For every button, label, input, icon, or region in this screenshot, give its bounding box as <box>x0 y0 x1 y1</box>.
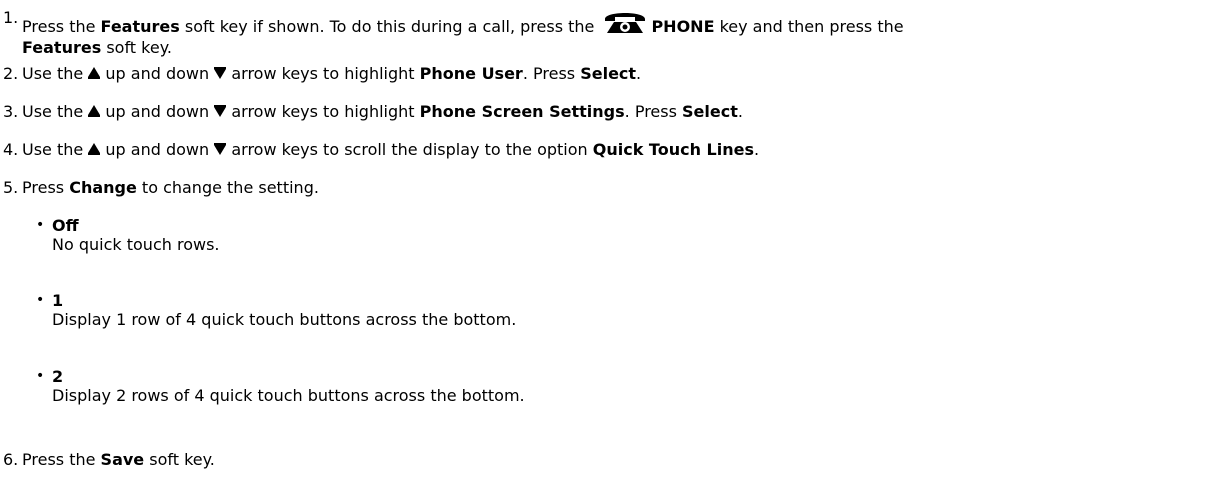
up-arrow-icon <box>88 64 101 83</box>
bold-term: Change <box>69 178 137 197</box>
text-run: Use the <box>22 102 89 121</box>
step-number: 3. <box>3 102 19 121</box>
text-run: Use the <box>22 64 89 83</box>
step-3: 3. Use the up and down arrow keys to high… <box>0 102 1215 121</box>
step-text: Press the Features soft key if shown. To… <box>22 8 1215 57</box>
bullet: • <box>36 292 45 308</box>
step-number: 2. <box>3 64 19 83</box>
text-run: up and down <box>100 102 215 121</box>
option-title: 1 <box>52 291 64 310</box>
option-off: • Off No quick touch rows. <box>36 216 1186 254</box>
text-run: . Press <box>522 64 581 83</box>
up-arrow-icon <box>88 140 101 159</box>
text-run: arrow keys to highlight <box>226 64 420 83</box>
step-number: 6. <box>3 450 19 469</box>
bold-term: PHONE <box>651 17 715 36</box>
bold-term: Features <box>22 38 102 57</box>
bold-term: Features <box>100 17 180 36</box>
text-run: soft key. <box>101 38 172 57</box>
text-run: Use the <box>22 140 89 159</box>
phone-key-icon <box>603 8 647 38</box>
step-text: Press the Save soft key. <box>22 450 1215 469</box>
step-number: 5. <box>3 178 19 197</box>
bullet: • <box>36 217 45 233</box>
text-run: up and down <box>100 64 215 83</box>
text-run: Press the <box>22 17 101 36</box>
text-run: to change the setting. <box>136 178 319 197</box>
text-run: Press the <box>22 450 101 469</box>
text-run: . Press <box>624 102 683 121</box>
option-description: Display 1 row of 4 quick touch buttons a… <box>52 310 517 329</box>
option-title: Off <box>52 216 79 235</box>
down-arrow-icon <box>214 64 227 83</box>
step-2: 2. Use the up and down arrow keys to high… <box>0 64 1215 83</box>
bold-term: Quick Touch Lines <box>592 140 754 159</box>
step-text: Use the up and down arrow keys to scroll… <box>22 140 1215 159</box>
text-run: soft key. <box>144 450 215 469</box>
option-title: 2 <box>52 367 64 386</box>
text-run: arrow keys to scroll the display to the … <box>226 140 593 159</box>
bold-term: Select <box>682 102 738 121</box>
step-text: Use the up and down arrow keys to highli… <box>22 64 1215 83</box>
text-run: . <box>737 102 743 121</box>
bold-term: Phone Screen Settings <box>419 102 625 121</box>
text-run: arrow keys to highlight <box>226 102 420 121</box>
step-text: Press Change to change the setting. <box>22 178 1215 197</box>
text-run: . <box>636 64 642 83</box>
step-number: 1. <box>3 8 19 27</box>
bold-term: Save <box>100 450 145 469</box>
bold-term: Select <box>580 64 637 83</box>
step-number: 4. <box>3 140 19 159</box>
up-arrow-icon <box>88 102 101 121</box>
option-1: • 1 Display 1 row of 4 quick touch butto… <box>36 291 1186 329</box>
option-description: Display 2 rows of 4 quick touch buttons … <box>52 386 525 405</box>
step-4: 4. Use the up and down arrow keys to scro… <box>0 140 1215 159</box>
instructions-document: 1. Press the Features soft key if shown. … <box>0 0 1220 484</box>
step-text: Use the up and down arrow keys to highli… <box>22 102 1215 121</box>
bullet: • <box>36 368 45 384</box>
down-arrow-icon <box>214 140 227 159</box>
text-run: . <box>753 140 760 159</box>
text-run: soft key if shown. To do this during a c… <box>179 17 600 36</box>
option-2: • 2 Display 2 rows of 4 quick touch butt… <box>36 367 1186 405</box>
option-description: No quick touch rows. <box>52 235 220 254</box>
bold-term: Phone User <box>419 64 523 83</box>
text-run: key and then press the <box>714 17 904 36</box>
text-run: up and down <box>100 140 215 159</box>
step-6: 6. Press the Save soft key. <box>0 450 1215 469</box>
text-run: Press <box>22 178 70 197</box>
step-5: 5. Press Change to change the setting. <box>0 178 1215 197</box>
step-1: 1. Press the Features soft key if shown. … <box>0 8 1215 57</box>
down-arrow-icon <box>214 102 227 121</box>
